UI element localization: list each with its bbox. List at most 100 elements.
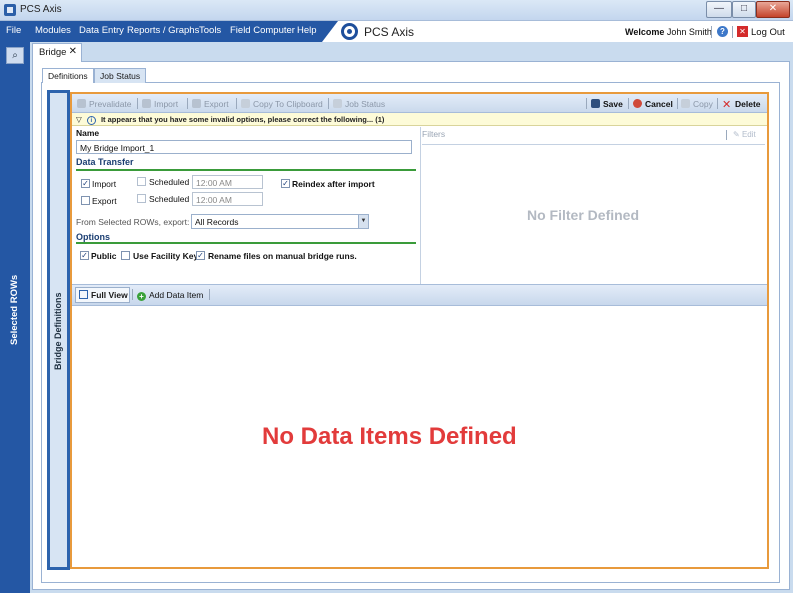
tab-job-status[interactable]: Job Status xyxy=(94,68,147,83)
separator xyxy=(209,289,210,300)
window-title: PCS Axis xyxy=(20,4,62,15)
selected-rows-label[interactable]: Selected ROWs xyxy=(9,275,20,345)
filters-edit-button[interactable]: ✎ Edit xyxy=(733,130,756,139)
tab-bridge[interactable]: Bridge ✕ xyxy=(32,43,82,62)
separator xyxy=(137,98,138,109)
public-checkbox[interactable]: ✓ xyxy=(80,251,89,260)
job-status-button[interactable]: Job Status xyxy=(333,99,385,109)
menu-reports-graphs[interactable]: Reports / Graphs xyxy=(127,25,199,36)
menu-modules[interactable]: Modules xyxy=(35,25,71,36)
info-icon: i xyxy=(86,116,96,125)
export-checkbox[interactable] xyxy=(81,196,90,205)
scheduled-export-checkbox[interactable] xyxy=(137,194,146,203)
pcs-axis-logo-icon xyxy=(341,23,358,40)
logout-link[interactable]: Log Out xyxy=(751,27,785,38)
separator xyxy=(328,98,329,109)
delete-label: Delete xyxy=(735,99,761,109)
add-data-item-button[interactable]: + Add Data Item xyxy=(137,290,203,301)
options-heading: Options xyxy=(76,232,110,242)
public-label: Public xyxy=(91,251,117,261)
filters-edit-label: Edit xyxy=(741,130,756,139)
scheduled-export-label: Scheduled xyxy=(149,194,190,204)
validation-warning-text: It appears that you have some invalid op… xyxy=(100,115,385,124)
separator xyxy=(677,98,678,109)
logout-icon[interactable]: ✕ xyxy=(737,26,748,37)
menu-field-computer[interactable]: Field Computer xyxy=(230,25,295,36)
prevalidate-icon xyxy=(77,99,86,108)
user-name: John Smith xyxy=(666,27,712,37)
name-field[interactable]: My Bridge Import_1 xyxy=(76,140,412,154)
import-checkbox[interactable]: ✓ xyxy=(81,179,90,188)
no-filter-message: No Filter Defined xyxy=(527,207,640,223)
cancel-button[interactable]: Cancel xyxy=(633,99,673,109)
name-label: Name xyxy=(76,128,100,138)
maximize-button[interactable]: □ xyxy=(732,1,756,18)
separator xyxy=(726,130,727,140)
copy-to-clipboard-button[interactable]: Copy To Clipboard xyxy=(241,99,323,109)
reindex-checkbox[interactable]: ✓ xyxy=(281,179,290,188)
tab-bridge-label: Bridge xyxy=(39,47,67,58)
export-button[interactable]: Export xyxy=(192,99,229,109)
add-icon: + xyxy=(137,292,146,301)
logo-text: PCS Axis xyxy=(364,25,415,39)
minimize-button[interactable]: — xyxy=(706,1,732,18)
import-label: Import xyxy=(154,99,179,109)
cancel-icon xyxy=(633,99,642,108)
separator xyxy=(628,98,629,109)
divider xyxy=(76,169,416,171)
separator xyxy=(732,26,733,38)
divider xyxy=(422,144,765,145)
full-view-icon xyxy=(79,290,88,299)
validation-warning[interactable]: ▽ i It appears that you have some invali… xyxy=(76,115,384,125)
separator xyxy=(711,26,712,38)
import-icon xyxy=(142,99,151,108)
rename-files-checkbox[interactable]: ✓ xyxy=(196,251,205,260)
scheduled-import-time[interactable]: 12:00 AM xyxy=(192,175,263,189)
rename-files-label: Rename files on manual bridge runs. xyxy=(208,251,357,261)
separator xyxy=(187,98,188,109)
export-records-select[interactable]: All Records xyxy=(191,214,369,229)
clipboard-icon xyxy=(241,99,250,108)
delete-button[interactable]: ✕ Delete xyxy=(722,99,761,111)
tab-definitions[interactable]: Definitions xyxy=(42,68,94,83)
close-window-button[interactable]: ✕ xyxy=(756,1,790,18)
export-icon xyxy=(192,99,201,108)
save-icon xyxy=(591,99,600,108)
copy-icon xyxy=(681,99,690,108)
menu-data-entry[interactable]: Data Entry xyxy=(79,25,124,36)
filters-heading: Filters xyxy=(422,129,446,139)
chevron-down-icon[interactable]: ▼ xyxy=(358,215,368,228)
cancel-label: Cancel xyxy=(645,99,673,109)
job-status-icon xyxy=(333,99,342,108)
scheduled-import-checkbox[interactable] xyxy=(137,177,146,186)
app-icon xyxy=(4,4,16,16)
export-checkbox-label: Export xyxy=(92,196,117,206)
copy-to-clipboard-label: Copy To Clipboard xyxy=(253,99,323,109)
menu-file[interactable]: File xyxy=(6,25,21,36)
separator xyxy=(236,98,237,109)
copy-button[interactable]: Copy xyxy=(681,99,713,109)
prevalidate-label: Prevalidate xyxy=(89,99,132,109)
welcome-text: Welcome John Smith xyxy=(625,27,712,37)
save-button[interactable]: Save xyxy=(591,99,623,109)
collapse-icon[interactable]: ▽ xyxy=(76,115,82,124)
scheduled-export-time[interactable]: 12:00 AM xyxy=(192,192,263,206)
prevalidate-button[interactable]: Prevalidate xyxy=(77,99,132,109)
scheduled-import-label: Scheduled xyxy=(149,177,190,187)
help-icon[interactable]: ? xyxy=(717,26,728,37)
menu-help[interactable]: Help xyxy=(297,25,317,36)
search-icon[interactable]: ⌕ xyxy=(6,47,24,64)
facility-key-checkbox[interactable] xyxy=(121,251,130,260)
full-view-button[interactable]: Full View xyxy=(75,287,130,303)
facility-key-label: Use Facility Key xyxy=(133,251,199,261)
job-status-label: Job Status xyxy=(345,99,386,109)
delete-icon: ✕ xyxy=(722,99,732,111)
pane-divider[interactable] xyxy=(420,127,421,284)
save-label: Save xyxy=(603,99,623,109)
data-transfer-heading: Data Transfer xyxy=(76,157,134,167)
close-tab-icon[interactable]: ✕ xyxy=(69,46,77,57)
separator xyxy=(586,98,587,109)
import-button[interactable]: Import xyxy=(142,99,178,109)
menu-tools[interactable]: Tools xyxy=(199,25,221,36)
bridge-definitions-label[interactable]: Bridge Definitions xyxy=(53,292,63,370)
